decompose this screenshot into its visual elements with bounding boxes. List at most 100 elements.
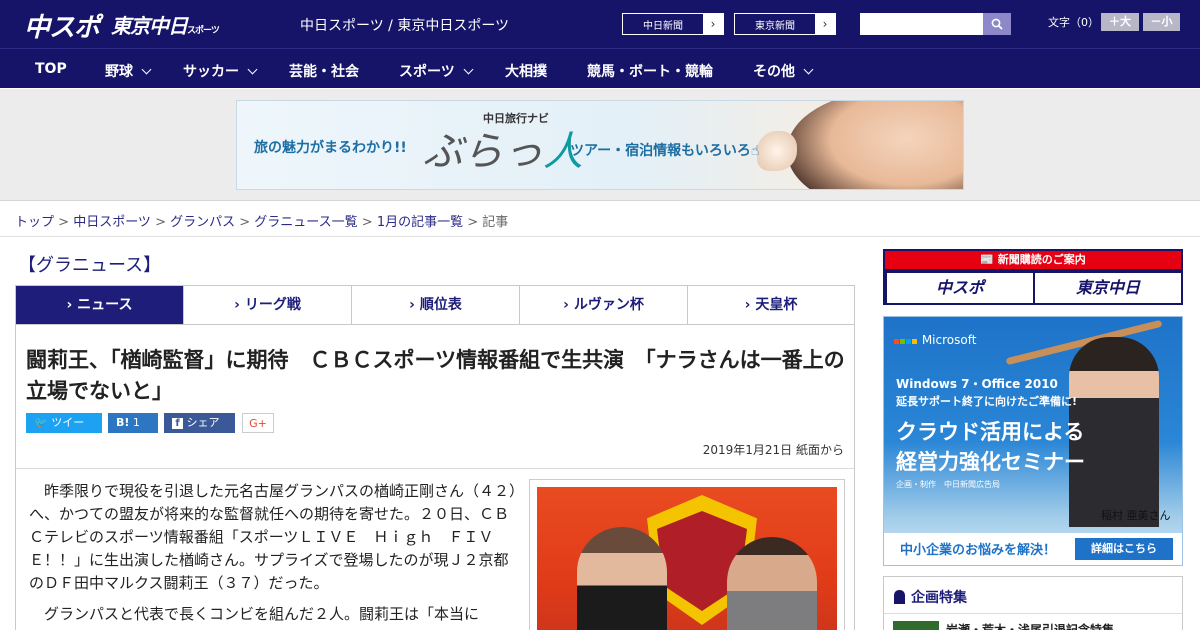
breadcrumb-separator: > [463, 215, 483, 230]
chunichi-shimbun-link[interactable]: 中日新聞 › [622, 13, 724, 35]
chevron-right-icon: › [815, 14, 835, 34]
ad-line-2: 延長サポート終了に向けたご準備に! [896, 395, 1078, 408]
section-title: 【グラニュース】 [18, 255, 162, 276]
breadcrumb-separator: > [235, 215, 255, 230]
nav-item-label: 野球 [105, 64, 133, 80]
chevron-right-icon: › [703, 14, 723, 34]
nav-item-sports[interactable]: スポーツ [399, 61, 474, 81]
nav-item-label: 競馬・ボート・競輪 [587, 64, 713, 80]
logo-square [912, 339, 917, 344]
breadcrumb-separator: > [150, 215, 171, 230]
article-body: 昨季限りで現役を引退した元名古屋グランパスの楢崎正剛さん（４２）へ、かつての盟友… [29, 480, 521, 630]
travel-navi-banner-ad[interactable]: 旅の魅力がまるわかり!! 中日旅行ナビ ぶらっ人 ツアー・宿泊情報もいろいろ☝ [236, 100, 964, 190]
banner-area: 旅の魅力がまるわかり!! 中日旅行ナビ ぶらっ人 ツアー・宿泊情報もいろいろ☝ [0, 89, 1200, 201]
nav-item-racing[interactable]: 競馬・ボート・競輪 [587, 61, 713, 81]
article-photo-image [537, 487, 837, 630]
tab-label: ニュース [77, 297, 133, 313]
facebook-icon: f [172, 418, 183, 429]
nav-item-sumo[interactable]: 大相撲 [505, 61, 547, 81]
nav-item-baseball[interactable]: 野球 [105, 61, 152, 81]
banner-brand-logo-a: ぶらっ [423, 129, 543, 175]
nav-item-label: TOP [35, 61, 67, 77]
article-paragraph: グランパスと代表で長くコンビを組んだ２人。闘莉王は「本当に [44, 605, 480, 623]
tab-league[interactable]: › リーグ戦 [184, 286, 352, 324]
feature-title: 企画特集 [894, 587, 967, 607]
banner-text-left: 旅の魅力がまるわかり!! [254, 140, 407, 156]
tweet-button[interactable]: 🐦 ツイート [26, 413, 102, 449]
pointing-hand-icon: ☝ [750, 143, 760, 159]
category-tabs: › ニュース › リーグ戦 › 順位表 › ルヴァン杯 › 天皇杯 [15, 285, 855, 325]
breadcrumb-gra-news-list[interactable]: グラニュース一覧 [254, 215, 357, 230]
logo-square [900, 339, 905, 344]
breadcrumb: トップ > 中日スポーツ > グランパス > グラニュース一覧 > 1月の記事一… [15, 211, 508, 230]
bookmark-icon [894, 590, 905, 604]
article-headline: 闘莉王、「楢崎監督」に期待 ＣＢＣスポーツ情報番組で生共演 「ナラさんは一番上の… [26, 348, 845, 403]
font-smaller-button[interactable]: －小 [1143, 13, 1180, 31]
banner-model-image [787, 101, 963, 189]
article-paragraph: 昨季限りで現役を引退した元名古屋グランパスの楢崎正剛さん（４２）へ、かつての盟友… [29, 482, 517, 592]
banner-brand-logo: ぶらっ人 [423, 119, 583, 177]
breadcrumb-january-list[interactable]: 1月の記事一覧 [377, 215, 463, 230]
chunichi-sports-logo[interactable]: 中スポ [24, 7, 100, 44]
tokyo-shimbun-label: 東京新聞 [755, 21, 795, 32]
breadcrumb-top[interactable]: トップ [15, 215, 54, 230]
chevron-down-icon [141, 64, 152, 75]
search-button[interactable] [983, 13, 1011, 35]
feature-item-link[interactable]: 岩瀬・荒木・浅尾引退記念特集 [946, 621, 1114, 630]
tab-standings[interactable]: › 順位表 [352, 286, 520, 324]
nav-item-soccer[interactable]: サッカー [183, 61, 258, 81]
tab-label: リーグ戦 [244, 297, 301, 313]
breadcrumb-grampus[interactable]: グランパス [170, 215, 235, 230]
microsoft-logo-text: Microsoft [921, 333, 977, 347]
tokyo-chunichi-logo[interactable]: 東京中日スポーツ [111, 10, 220, 39]
chevron-right-icon: › [409, 297, 420, 313]
ad-headline: クラウド活用による 経営力強化セミナー [896, 417, 1085, 477]
hatena-bookmark-button[interactable]: B! 1 [108, 413, 158, 433]
google-plus-button[interactable]: G+ [242, 413, 274, 433]
feature-title-label: 企画特集 [911, 590, 967, 606]
chevron-right-icon: › [563, 297, 574, 313]
nav-item-label: 大相撲 [505, 64, 547, 80]
top-header: 中スポ 東京中日スポーツ 中日スポーツ / 東京中日スポーツ 中日新聞 › 東京… [0, 0, 1200, 48]
nav-item-other[interactable]: その他 [753, 61, 814, 81]
breadcrumb-chunichi-sports[interactable]: 中日スポーツ [73, 215, 151, 230]
subscribe-chunichi-sports-button[interactable]: 中スポ [887, 273, 1033, 303]
search-icon [991, 18, 1003, 30]
person-image [727, 537, 817, 630]
tab-levain-cup[interactable]: › ルヴァン杯 [520, 286, 688, 324]
ad-headline-a: クラウド活用による [896, 420, 1085, 444]
tokyo-shimbun-link[interactable]: 東京新聞 › [734, 13, 836, 35]
ad-details-button[interactable]: 詳細はこちら [1075, 538, 1173, 560]
subscribe-tokyo-chunichi-button[interactable]: 東京中日 [1035, 273, 1181, 303]
chevron-down-icon [463, 64, 474, 75]
breadcrumb-separator: > [54, 215, 74, 230]
feature-box: 企画特集 岩瀬・荒木・浅尾引退記念特集 [883, 576, 1183, 630]
facebook-share-button[interactable]: f シェア 3 [164, 413, 235, 449]
nav-item-label: サッカー [183, 64, 239, 80]
twitter-icon: 🐦 [34, 416, 48, 429]
chevron-right-icon: › [744, 297, 756, 313]
nav-item-label: 芸能・社会 [289, 64, 359, 80]
nav-item-entertainment[interactable]: 芸能・社会 [289, 61, 359, 81]
newspaper-icon: 📰 [980, 253, 994, 266]
chevron-right-icon: › [66, 297, 78, 313]
article-date: 2019年1月21日 紙面から [702, 443, 844, 457]
search-input[interactable] [860, 13, 983, 35]
font-larger-button[interactable]: ＋大 [1101, 13, 1139, 31]
chevron-down-icon [803, 64, 814, 75]
microsoft-seminar-ad[interactable]: Microsoft Windows 7・Office 2010 延長サポート終了… [883, 316, 1183, 566]
banner-text-right: ツアー・宿泊情報もいろいろ☝ [570, 140, 759, 160]
tab-news[interactable]: › ニュース [16, 286, 184, 324]
ad-model-name: 稲村 亜美さん [1101, 509, 1171, 522]
chevron-down-icon [247, 64, 258, 75]
feature-thumbnail [893, 621, 939, 630]
facebook-share-count: 3 [172, 436, 179, 449]
tokyo-chunichi-logo-text: 東京中日 [111, 14, 188, 38]
tokyo-chunichi-logo-small: スポーツ [187, 26, 220, 36]
person-image [577, 527, 667, 630]
nav-item-top[interactable]: TOP [35, 61, 67, 77]
tab-emperors-cup[interactable]: › 天皇杯 [688, 286, 854, 324]
article-photo[interactable] [529, 479, 845, 630]
hatena-count: 1 [132, 416, 140, 429]
tab-label: 天皇杯 [755, 297, 798, 313]
